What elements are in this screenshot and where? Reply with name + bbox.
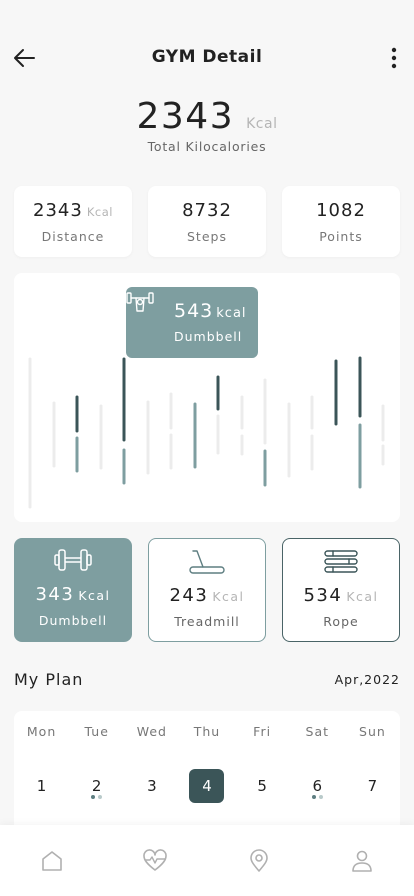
tooltip-value: 543 bbox=[174, 300, 214, 322]
tooltip-unit: kcal bbox=[216, 306, 247, 321]
workout-card-rope[interactable]: 534 Kcal Rope bbox=[282, 538, 400, 642]
activity-chart: 543 kcal Dumbbell bbox=[14, 273, 400, 522]
date-row: 1 2 3 4 5 6 7 bbox=[14, 769, 400, 803]
workout-cards: 343 Kcal Dumbbell 243 Kcal Treadmill 534 Kc… bbox=[14, 538, 400, 642]
stat-value: 8732 bbox=[182, 200, 232, 221]
date-number[interactable]: 4 bbox=[189, 769, 225, 803]
chart-tooltip: 543 kcal Dumbbell bbox=[126, 287, 258, 358]
workout-name: Treadmill bbox=[174, 614, 240, 629]
calendar-date[interactable]: 5 bbox=[235, 769, 290, 803]
dumbbell-lift-icon bbox=[126, 292, 154, 312]
stat-card-steps[interactable]: 8732 Steps bbox=[148, 186, 266, 257]
workout-value: 343 bbox=[35, 584, 75, 605]
home-icon bbox=[41, 851, 62, 871]
workout-unit: Kcal bbox=[78, 588, 111, 603]
workout-value: 243 bbox=[169, 585, 209, 606]
date-number[interactable]: 1 bbox=[24, 769, 59, 803]
stat-card-points[interactable]: 1082 Points bbox=[282, 186, 400, 257]
weekday-label: Fri bbox=[253, 724, 272, 739]
more-button[interactable] bbox=[380, 44, 408, 72]
plan-title: My Plan bbox=[14, 670, 84, 689]
activity-dots bbox=[290, 795, 345, 799]
tab-home[interactable] bbox=[0, 825, 104, 896]
calendar-date[interactable]: 2 bbox=[69, 769, 124, 803]
header: GYM Detail bbox=[0, 40, 414, 76]
plan-header: My Plan Apr,2022 bbox=[14, 670, 400, 689]
page-title: GYM Detail bbox=[151, 47, 263, 67]
activity-dots bbox=[69, 795, 124, 799]
stats-row: 2343 Kcal Distance 8732 Steps 1082 Points bbox=[14, 186, 400, 257]
weekday-label: Mon bbox=[26, 724, 57, 739]
week-calendar: Mon Tue Wed Thu Fri Sat Sun 1 2 3 4 5 6 … bbox=[14, 711, 400, 831]
total-unit: Kcal bbox=[246, 116, 278, 132]
date-number[interactable]: 5 bbox=[245, 769, 280, 803]
weekday-label: Sun bbox=[359, 724, 386, 739]
dumbbell-icon bbox=[54, 549, 92, 571]
weekday-label: Wed bbox=[136, 724, 167, 739]
stat-label: Distance bbox=[41, 229, 105, 244]
calendar-date[interactable]: 7 bbox=[345, 769, 400, 803]
stat-label: Steps bbox=[187, 229, 227, 244]
tab-profile[interactable] bbox=[311, 825, 414, 896]
jump-rope-icon bbox=[324, 550, 358, 573]
total-value: 2343 bbox=[136, 96, 235, 137]
calendar-date-selected[interactable]: 4 bbox=[179, 769, 234, 803]
heart-pulse-icon bbox=[143, 849, 168, 871]
tooltip-label: Dumbbell bbox=[174, 329, 243, 344]
workout-card-dumbbell[interactable]: 343 Kcal Dumbbell bbox=[14, 538, 132, 642]
weekday-label: Tue bbox=[84, 724, 109, 739]
date-number[interactable]: 3 bbox=[134, 769, 169, 803]
map-pin-icon bbox=[249, 849, 268, 872]
tab-location[interactable] bbox=[207, 825, 311, 896]
total-summary: 2343 Kcal Total Kilocalories bbox=[0, 96, 414, 154]
stat-card-distance[interactable]: 2343 Kcal Distance bbox=[14, 186, 132, 257]
workout-unit: Kcal bbox=[212, 589, 245, 604]
workout-name: Rope bbox=[323, 614, 359, 629]
workout-unit: Kcal bbox=[346, 589, 379, 604]
stat-value: 2343 bbox=[33, 200, 83, 221]
bottom-tab-bar bbox=[0, 825, 414, 896]
stat-label: Points bbox=[319, 229, 363, 244]
date-number[interactable]: 7 bbox=[355, 769, 390, 803]
tab-activity[interactable] bbox=[104, 825, 208, 896]
total-label: Total Kilocalories bbox=[147, 139, 267, 154]
calendar-date[interactable]: 6 bbox=[290, 769, 345, 803]
plan-month[interactable]: Apr,2022 bbox=[335, 672, 400, 687]
workout-value: 534 bbox=[303, 585, 343, 606]
weekday-label: Thu bbox=[193, 724, 221, 739]
user-icon bbox=[352, 850, 373, 872]
stat-unit: Kcal bbox=[86, 205, 113, 219]
workout-card-treadmill[interactable]: 243 Kcal Treadmill bbox=[148, 538, 266, 642]
workout-name: Dumbbell bbox=[38, 613, 108, 628]
more-vertical-icon bbox=[391, 47, 397, 69]
calendar-date[interactable]: 3 bbox=[124, 769, 179, 803]
weekday-row: Mon Tue Wed Thu Fri Sat Sun bbox=[14, 724, 400, 739]
treadmill-icon bbox=[189, 550, 225, 574]
stat-value: 1082 bbox=[316, 200, 366, 221]
weekday-label: Sat bbox=[305, 724, 330, 739]
calendar-date[interactable]: 1 bbox=[14, 769, 69, 803]
